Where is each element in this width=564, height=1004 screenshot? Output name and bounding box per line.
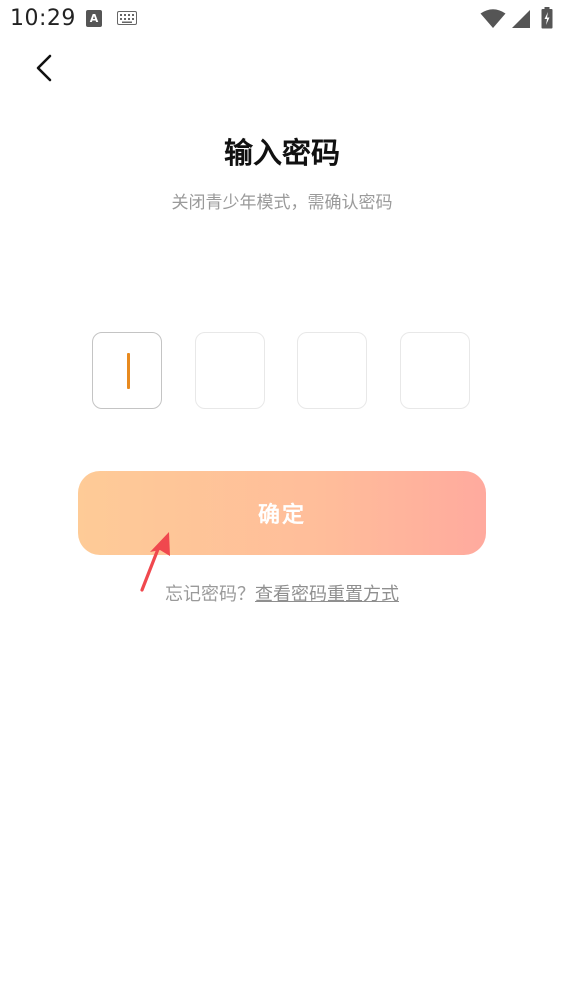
page-title: 输入密码 (223, 136, 340, 170)
a-notification-icon: A (86, 10, 102, 27)
status-bar: 10:29 A (0, 0, 564, 38)
keyboard-icon (117, 11, 137, 25)
chevron-left-icon (36, 54, 52, 82)
password-screen: 10:29 A 输入密码 关闭青少年模式，需确认密码 确定 忘记密码？查看密码重… (0, 0, 564, 1004)
back-button[interactable] (24, 48, 64, 88)
pin-box-1[interactable] (92, 332, 162, 409)
status-time: 10:29 (10, 6, 76, 31)
pin-box-4[interactable] (400, 332, 470, 409)
wifi-icon (480, 9, 506, 28)
reset-method-link[interactable]: 查看密码重置方式 (255, 584, 399, 605)
pin-input-row[interactable] (92, 332, 472, 411)
forgot-password-row: 忘记密码？查看密码重置方式 (0, 580, 564, 606)
forgot-password-label: 忘记密码？ (165, 584, 255, 605)
text-cursor (127, 353, 130, 389)
signal-icon (512, 10, 530, 28)
pin-box-3[interactable] (297, 332, 367, 409)
pin-box-2[interactable] (195, 332, 265, 409)
battery-icon (541, 7, 553, 29)
page-subtitle: 关闭青少年模式，需确认密码 (171, 193, 393, 213)
